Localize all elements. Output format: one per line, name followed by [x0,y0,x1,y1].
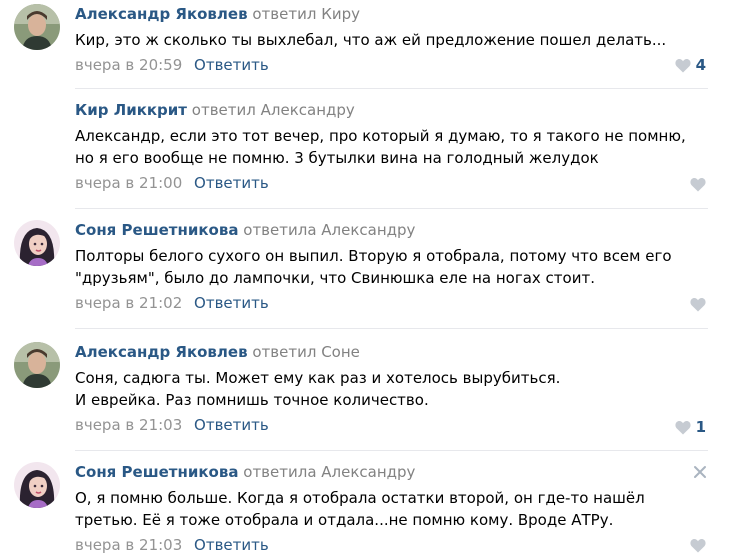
comment-text-line: О, я помню больше. Когда я отобрала оста… [75,489,645,507]
like-count: 1 [695,418,706,436]
heart-icon [674,58,691,72]
heart-icon [690,298,706,312]
avatar[interactable] [14,4,60,50]
like-button[interactable] [690,538,706,553]
divider [75,208,708,209]
comment-text-line: "друзьям", было до лампочки, что Свинюшк… [75,269,595,287]
comment-text: Кир, это ж сколько ты выхлебал, что аж е… [75,29,708,51]
woman-avatar-image [14,462,60,508]
replied-to[interactable]: ответил Киру [252,5,360,23]
avatar[interactable] [14,220,60,266]
comment-text: О, я помню больше. Когда я отобрала оста… [75,487,708,531]
comment-text: Полторы белого сухого он выпил. Вторую я… [75,245,708,289]
reply-button[interactable]: Ответить [194,536,269,554]
comment-author[interactable]: Соня Решетникова [75,221,238,239]
replied-to[interactable]: ответил Соне [252,343,360,361]
replied-to[interactable]: ответила Александру [243,221,415,239]
comment-date[interactable]: вчера в 21:03 [75,416,182,434]
comment-text-line: Кир, это ж сколько ты выхлебал, что аж е… [75,31,667,49]
avatar[interactable] [14,462,60,508]
reply-button[interactable]: Ответить [194,56,269,74]
comment-text-line: Александр, если это тот вечер, про котор… [75,127,686,145]
man-avatar-image [14,4,60,50]
like-button[interactable] [690,297,706,312]
like-count: 4 [695,56,706,74]
replied-to[interactable]: ответил Александру [192,101,355,119]
comment-text: Александр, если это тот вечер, про котор… [75,125,708,169]
comment-date[interactable]: вчера в 20:59 [75,56,182,74]
comment-text-line: третью. Её я тоже отобрала и отдала...не… [75,511,614,529]
reply-button[interactable]: Ответить [194,174,269,192]
comment-author[interactable]: Соня Решетникова [75,463,238,481]
divider [75,328,708,329]
divider [75,88,708,89]
heart-icon [690,539,706,553]
comments-thread: Александр Яковлев ответил Киру Кир, это … [0,0,730,558]
comment-author[interactable]: Кир Ликкрит [75,101,187,119]
comment-author[interactable]: Александр Яковлев [75,343,248,361]
man-avatar-image [14,342,60,388]
comment-date[interactable]: вчера в 21:02 [75,294,182,312]
comment-text-line: Полторы белого сухого он выпил. Вторую я… [75,247,672,265]
like-button[interactable] [690,177,706,192]
divider [75,450,708,451]
woman-avatar-image [14,220,60,266]
replied-to[interactable]: ответила Александру [243,463,415,481]
comment-text: Соня, садюга ты. Может ему как раз и хот… [75,367,708,411]
reply-button[interactable]: Ответить [194,416,269,434]
like-button[interactable]: 1 [674,418,706,436]
reply-button[interactable]: Ответить [194,294,269,312]
comment-text-line: Соня, садюга ты. Может ему как раз и хот… [75,369,561,387]
comment-text-line: но я его вообще не помню. 3 бутылки вина… [75,149,599,167]
comment-text-line: И еврейка. Раз помнишь точное количество… [75,391,429,409]
close-icon[interactable] [693,465,707,479]
comment-author[interactable]: Александр Яковлев [75,5,248,23]
comment-date[interactable]: вчера в 21:00 [75,174,182,192]
heart-icon [690,178,706,192]
heart-icon [674,420,691,434]
avatar[interactable] [14,342,60,388]
like-button[interactable]: 4 [674,56,706,74]
comment-date[interactable]: вчера в 21:03 [75,536,182,554]
